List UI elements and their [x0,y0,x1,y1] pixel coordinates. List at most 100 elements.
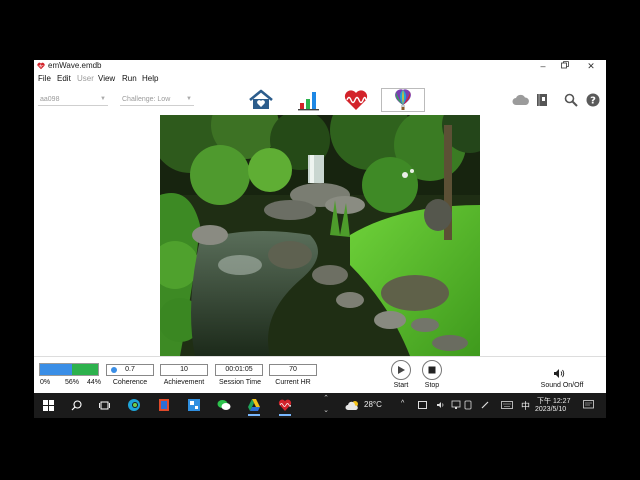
weather-temperature[interactable]: 28°C [364,400,382,409]
stop-icon [428,366,436,374]
help-icon: ? [586,93,600,107]
heart-rhythm-button[interactable] [334,88,378,112]
close-button[interactable]: ✕ [578,60,604,73]
menu-user[interactable]: User [77,73,94,84]
reports-button[interactable] [287,88,331,112]
achievement-value: 10 [180,366,188,373]
coherence-value: 0.7 [125,366,135,373]
achievement-label: Achievement [163,379,205,386]
challenge-dropdown-value: Challenge: Low [122,96,171,103]
chevron-up-icon[interactable]: ^ [401,400,404,407]
current-hr-value-box: 70 [269,364,317,376]
user-dropdown-value: aa098 [40,96,60,103]
tray-app-icon[interactable] [418,401,427,409]
stop-label: Stop [424,382,440,389]
menu-view[interactable]: View [98,73,115,84]
ime-indicator[interactable]: 中 [521,399,530,412]
start-label: Start [393,382,409,389]
menu-file[interactable]: File [38,73,51,84]
drive-icon [248,399,260,411]
current-hr-label: Current HR [275,379,311,386]
windows-taskbar: ⌃ ⌄ 28°C ^ 中 下午 12:27 2023/5/10 [34,393,606,418]
garden-illustration [160,115,480,356]
network-icon[interactable] [451,400,461,410]
app-colorful-icon [159,399,169,411]
search-icon [71,399,82,410]
task-view-button[interactable] [97,398,111,412]
taskbar-drive-app[interactable] [247,398,261,416]
notification-icon[interactable] [583,400,594,410]
session-status-bar: 0% 56% 44% 0.7 Coherence 10 Achievement … [34,356,606,393]
coherence-label: Coherence [112,379,148,386]
restore-icon [561,61,569,69]
speaker-icon [554,369,565,378]
screen: emWave.emdb – ✕ File Edit User View Run … [0,0,640,480]
cloud-icon [512,94,529,105]
search-icon [564,93,578,107]
task-view-icon [98,401,110,409]
balloon-button[interactable] [381,88,425,112]
home-icon [249,89,273,109]
cloud-button[interactable] [512,92,530,108]
session-time-value-box: 00:01:05 [215,364,263,376]
coherence-indicator-dot [111,367,117,373]
clock-time[interactable]: 下午 12:27 [537,396,570,406]
sound-label: Sound On/Off [540,382,584,389]
taskbar-browser-app[interactable] [127,398,141,412]
current-hr-value: 70 [289,366,297,373]
taskbar-wechat-app[interactable] [217,398,231,412]
volume-icon[interactable] [436,400,446,410]
restore-button[interactable] [552,60,578,73]
home-button[interactable] [239,88,283,112]
start-button[interactable] [391,360,411,380]
clock-date[interactable]: 2023/5/10 [535,406,566,413]
title-bar: emWave.emdb – ✕ [34,60,606,73]
chevron-down-icon: ▼ [100,96,106,102]
heart-app-icon [37,62,45,70]
menu-help[interactable]: Help [142,73,158,84]
taskbar-emwave-app[interactable] [278,398,292,416]
menu-edit[interactable]: Edit [57,73,71,84]
device-icon[interactable] [464,400,472,410]
taskbar-app-2[interactable] [157,398,171,412]
app-tiles-icon [188,399,200,411]
svg-text:?: ? [590,96,596,107]
search-button[interactable] [563,92,579,108]
menu-bar: File Edit User View Run Help [34,73,606,84]
chat-icon [217,400,231,410]
coherence-high-percent: 44% [87,379,102,386]
garden-scene-image [160,115,480,356]
challenge-dropdown[interactable]: Challenge: Low ▼ [120,94,194,106]
session-time-label: Session Time [218,379,262,386]
taskbar-scroll-buttons[interactable]: ⌃ ⌄ [322,393,330,418]
start-menu-button[interactable] [41,398,55,412]
play-icon [398,366,405,374]
heart-wave-icon [344,90,368,110]
sound-toggle-button[interactable] [553,366,567,378]
chevron-down-icon[interactable]: ⌄ [322,405,330,417]
coherence-level-bar [39,363,99,376]
keyboard-icon[interactable] [501,401,513,409]
weather-cloud-sun-icon [345,401,358,410]
chevron-up-icon[interactable]: ⌃ [322,393,330,405]
help-button[interactable]: ? [585,92,601,108]
user-dropdown[interactable]: aa098 ▼ [38,94,108,106]
coherence-value-box: 0.7 [106,364,154,376]
coherence-medium-percent: 56% [65,379,80,386]
toolbar: aa098 ▼ Challenge: Low ▼ ? [34,86,606,114]
book-icon [537,94,547,106]
achievement-value-box: 10 [160,364,208,376]
window-title: emWave.emdb [48,61,102,70]
coherence-medium-segment [40,364,73,375]
taskbar-search-button[interactable] [69,398,83,412]
session-time-value: 00:01:05 [225,366,253,373]
chevron-down-icon: ▼ [186,96,192,102]
library-button[interactable] [534,92,550,108]
browser-icon [128,399,140,411]
windows-logo-icon [42,399,54,411]
stop-button[interactable] [422,360,442,380]
pen-icon[interactable] [480,400,490,410]
heart-app-icon [278,399,292,411]
menu-run[interactable]: Run [122,73,137,84]
taskbar-app-3[interactable] [187,398,201,412]
